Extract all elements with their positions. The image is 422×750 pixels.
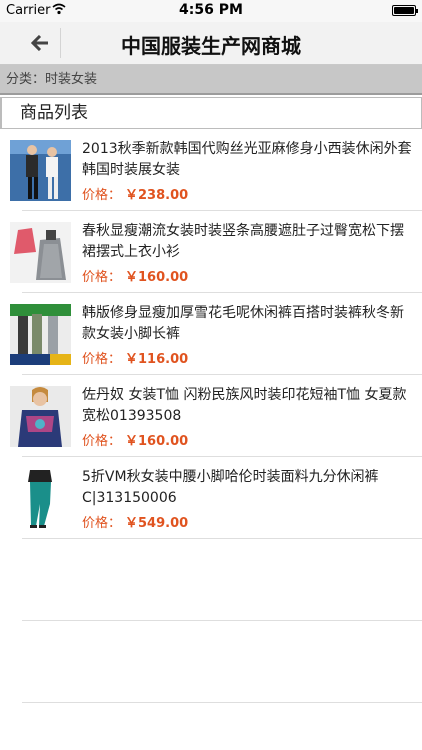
product-thumbnail <box>10 386 71 447</box>
price-value: ￥160.00 <box>125 270 189 285</box>
price-value: ￥160.00 <box>125 434 189 449</box>
product-thumbnail <box>10 468 71 529</box>
product-thumbnail <box>10 140 71 201</box>
price-value: ￥549.00 <box>125 516 189 531</box>
product-item[interactable]: 5折VM秋女装中腰小脚哈伦时装面料九分休闲裤C|313150006 价格： ￥54… <box>10 457 422 539</box>
battery-icon <box>392 5 418 16</box>
product-price: 价格： ￥160.00 <box>82 430 188 449</box>
status-bar: Carrier 4:56 PM <box>0 0 422 22</box>
status-time: 4:56 PM <box>179 2 243 18</box>
product-item[interactable]: 春秋显瘦潮流女装时装竖条高腰遮肚子过臀宽松下摆裙摆式上衣小衫 价格： ￥160.0… <box>10 211 422 293</box>
product-name: 5折VM秋女装中腰小脚哈伦时装面料九分休闲裤C|313150006 <box>82 469 379 506</box>
navigation-bar: 中国服装生产网商城 <box>0 22 422 65</box>
product-item[interactable]: 韩版修身显瘦加厚雪花毛呢休闲裤百搭时装裤秋冬新款女装小脚长裤 价格： ￥116.0… <box>10 293 422 375</box>
price-label: 价格： <box>82 188 122 203</box>
product-name: 韩版修身显瘦加厚雪花毛呢休闲裤百搭时装裤秋冬新款女装小脚长裤 <box>82 305 404 342</box>
product-price: 价格： ￥116.00 <box>82 348 188 367</box>
product-price: 价格： ￥238.00 <box>82 184 188 203</box>
section-title: 商品列表 <box>0 97 422 129</box>
price-label: 价格： <box>82 270 122 285</box>
product-name: 春秋显瘦潮流女装时装竖条高腰遮肚子过臀宽松下摆裙摆式上衣小衫 <box>82 223 404 260</box>
price-value: ￥238.00 <box>125 188 189 203</box>
product-name: 佐丹奴 女装T恤 闪粉民族风时装印花短袖T恤 女夏款宽松01393508 <box>82 387 407 424</box>
empty-row <box>22 621 422 703</box>
product-item[interactable]: 2013秋季新款韩国代购丝光亚麻修身小西装休闲外套韩国时装展女装 价格： ￥238… <box>10 129 422 211</box>
product-item[interactable]: 佐丹奴 女装T恤 闪粉民族风时装印花短袖T恤 女夏款宽松01393508 价格：… <box>10 375 422 457</box>
product-thumbnail <box>10 222 71 283</box>
price-label: 价格： <box>82 434 122 449</box>
product-price: 价格： ￥549.00 <box>82 512 188 531</box>
product-name: 2013秋季新款韩国代购丝光亚麻修身小西装休闲外套韩国时装展女装 <box>82 141 412 178</box>
empty-row <box>22 539 422 621</box>
product-list: 2013秋季新款韩国代购丝光亚麻修身小西装休闲外套韩国时装展女装 价格： ￥238… <box>0 129 422 703</box>
category-label: 分类：时装女装 <box>0 65 422 95</box>
price-label: 价格： <box>82 516 122 531</box>
product-thumbnail <box>10 304 71 365</box>
price-label: 价格： <box>82 352 122 367</box>
price-value: ￥116.00 <box>125 352 189 367</box>
product-price: 价格： ￥160.00 <box>82 266 188 285</box>
page-title: 中国服装生产网商城 <box>121 34 301 58</box>
